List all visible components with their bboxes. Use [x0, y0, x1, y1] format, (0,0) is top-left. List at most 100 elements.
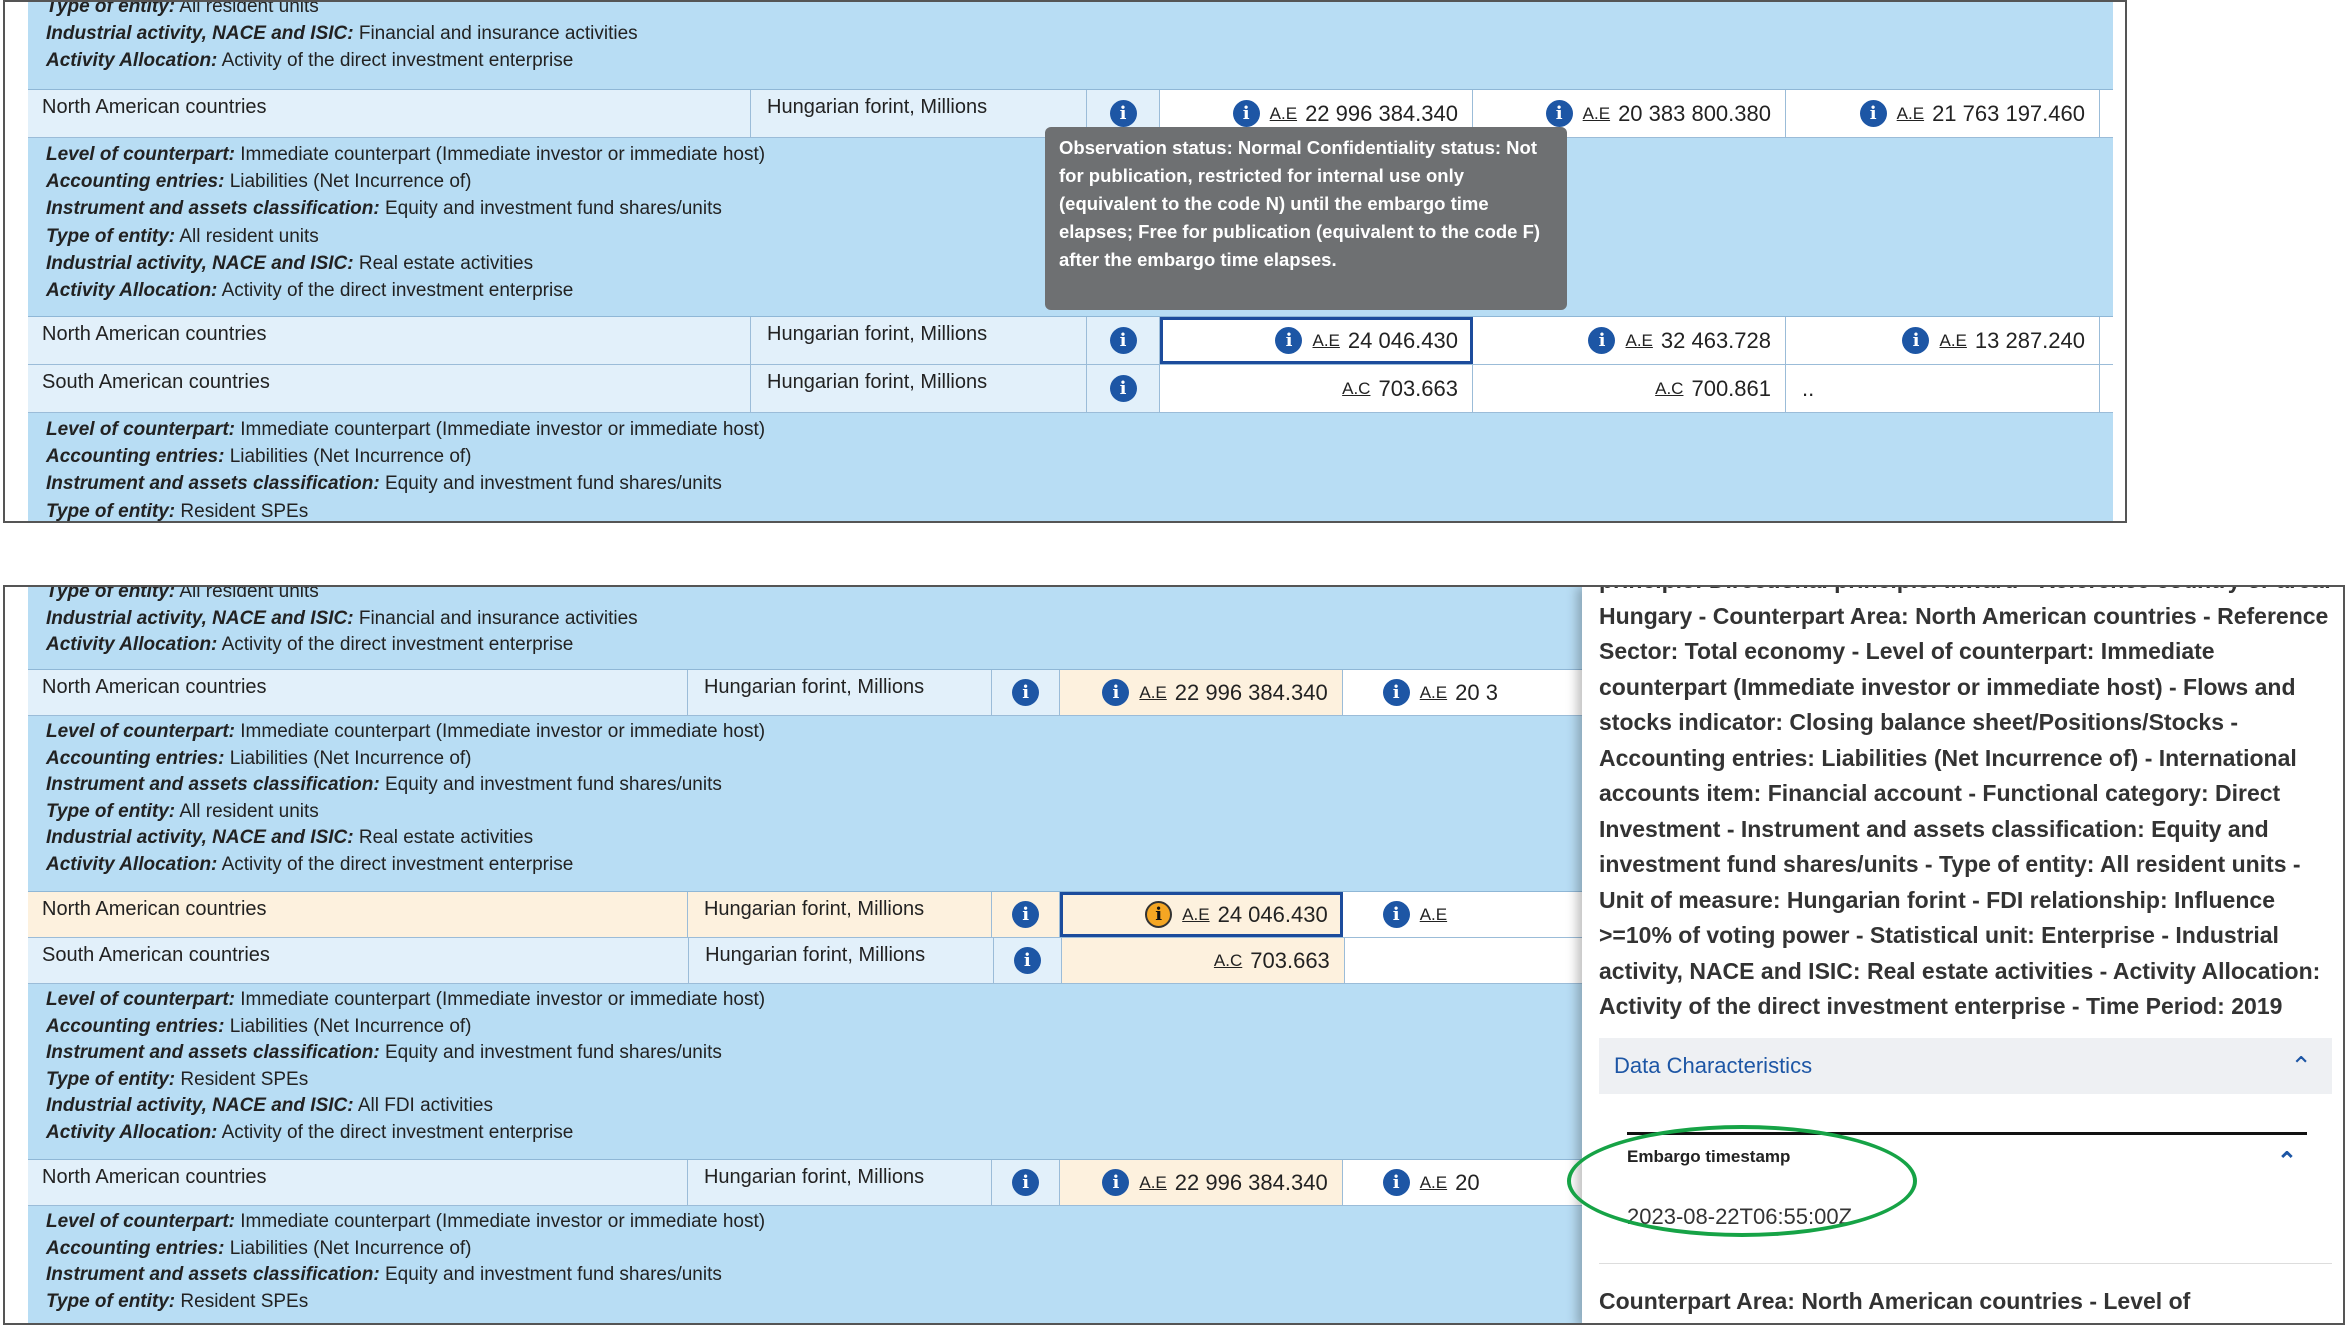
row-info-cell: i [1087, 365, 1160, 412]
dimension-line: Type of entity: Resident SPEs [46, 500, 309, 522]
info-icon[interactable]: i [1012, 901, 1040, 928]
series-key-description: principle: Directional principle: Inward… [1599, 587, 2331, 1019]
flag: A.C [1342, 378, 1371, 398]
info-icon[interactable]: i [1102, 679, 1130, 706]
info-icon[interactable]: i [1275, 327, 1303, 354]
value: 703.663 [1250, 947, 1330, 973]
dimension-line: Level of counterpart: Immediate counterp… [46, 419, 766, 440]
info-warning-icon[interactable]: i [1145, 901, 1173, 928]
value: 13 287.240 [1974, 327, 2085, 353]
flag: A.E [1419, 1172, 1448, 1192]
flag: A.E [1419, 904, 1448, 924]
value-cell[interactable]: i A.E 22 996 384.340 [1059, 1160, 1343, 1205]
observation-tooltip: Observation status: Normal Confidentiali… [1045, 127, 1567, 310]
counterpart-area: North American countries [28, 892, 688, 937]
flag: A.E [1896, 103, 1925, 123]
dimension-line: Instrument and assets classification: Eq… [46, 1042, 722, 1064]
counterpart-area: North American countries [28, 670, 688, 715]
value: 20 3 [1455, 679, 1498, 705]
info-icon[interactable]: i [1232, 100, 1260, 127]
dimension-line: Level of counterpart: Immediate counterp… [46, 1211, 766, 1232]
dimension-line: Instrument and assets classification: Eq… [46, 1264, 722, 1286]
unit-of-measure: Hungarian forint, Millions [751, 317, 1087, 364]
info-icon[interactable]: i [1382, 901, 1410, 928]
flag: A.E [1139, 1172, 1167, 1192]
value-cell[interactable]: i A.E 13 287.240 [1786, 317, 2100, 364]
value-cell-selected[interactable]: i A.E 24 046.430 [1059, 892, 1343, 937]
value: 20 [1455, 1169, 1480, 1195]
info-icon[interactable]: i [1588, 327, 1616, 354]
info-icon[interactable]: i [1109, 327, 1137, 354]
counterpart-area: South American countries [28, 938, 690, 983]
unit-of-measure: Hungarian forint, Millions [751, 90, 1087, 137]
counterpart-area: South American countries [28, 365, 751, 412]
value-cell[interactable]: A.C 700.861 [1473, 365, 1786, 412]
series-key-description-next: Counterpart Area: North American countri… [1599, 1288, 2191, 1314]
info-icon[interactable]: i [1545, 100, 1573, 127]
table-row: North American countries Hungarian forin… [28, 317, 2113, 365]
flag: A.E [1582, 103, 1611, 123]
info-icon[interactable]: i [1382, 679, 1410, 706]
dimension-line: Activity Allocation: Activity of the dir… [46, 50, 574, 72]
row-info-cell: i [992, 1160, 1060, 1205]
flag: A.E [1939, 330, 1967, 350]
dimension-line: Instrument and assets classification: Eq… [46, 774, 722, 796]
info-icon[interactable]: i [1102, 1169, 1130, 1196]
chevron-up-icon: ⌃ [2290, 1050, 2312, 1081]
value-cell[interactable]: i A.E 21 763 197.460 [1786, 90, 2100, 137]
row-info-cell: i [994, 938, 1062, 983]
flag: A.C [1213, 950, 1243, 970]
missing-value: .. [1802, 375, 1815, 401]
info-icon[interactable]: i [1859, 100, 1887, 127]
info-icon[interactable]: i [1109, 100, 1137, 127]
dimension-line: Accounting entries: Liabilities (Net Inc… [46, 747, 472, 769]
dimension-line: Type of entity: Resident SPEs [46, 1068, 309, 1090]
value-cell[interactable]: .. [1786, 365, 2100, 412]
counterpart-area: North American countries [28, 1160, 688, 1205]
value-cell[interactable]: i A.E 22 996 384.340 [1059, 670, 1343, 715]
dimension-line: Industrial activity, NACE and ISIC: Real… [46, 827, 534, 849]
group-header: Level of counterpart: Immediate counterp… [28, 716, 1628, 892]
dimension-line: Accounting entries: Liabilities (Net Inc… [46, 1237, 472, 1259]
counterpart-area: North American countries [28, 317, 751, 364]
value-cell-selected[interactable]: i A.E 24 046.430 [1160, 317, 1473, 364]
value: 22 996 384.340 [1305, 100, 1458, 126]
value: 703.663 [1378, 375, 1458, 401]
data-characteristics-label: Data Characteristics [1614, 1053, 1813, 1078]
data-characteristics-accordion[interactable]: Data Characteristics ⌃ [1599, 1038, 2332, 1094]
value-cell[interactable]: i A.E 32 463.728 [1473, 317, 1786, 364]
flag: A.E [1269, 103, 1298, 123]
dimension-line: Activity Allocation: Activity of the dir… [46, 853, 574, 875]
table-row: North American countries Hungarian forin… [28, 1160, 1628, 1206]
dimension-line: Activity Allocation: Activity of the dir… [46, 1121, 574, 1143]
data-table: Type of entity: All resident units Indus… [28, 585, 1628, 1323]
flag: A.E [1312, 330, 1340, 350]
value-cell[interactable]: A.C 703.663 [1160, 365, 1473, 412]
divider [1599, 1263, 2332, 1264]
dimension-line: Level of counterpart: Immediate counterp… [46, 721, 766, 742]
dimension-line: Industrial activity, NACE and ISIC: Fina… [46, 23, 638, 45]
info-icon[interactable]: i [1902, 327, 1930, 354]
flag: A.E [1419, 682, 1448, 702]
dimension-line: Level of counterpart: Immediate counterp… [46, 989, 766, 1010]
value-cell[interactable]: A.C 703.663 [1061, 938, 1345, 983]
info-icon[interactable]: i [1012, 679, 1040, 706]
info-icon[interactable]: i [1012, 1169, 1040, 1196]
row-info-cell: i [992, 670, 1060, 715]
flag: A.E [1625, 330, 1653, 350]
value: 20 383 800.380 [1618, 100, 1771, 126]
unit-of-measure: Hungarian forint, Millions [687, 892, 993, 937]
dimension-line: Accounting entries: Liabilities (Net Inc… [46, 446, 472, 468]
info-icon[interactable]: i [1382, 1169, 1410, 1196]
dimension-line: Accounting entries: Liabilities (Net Inc… [46, 1015, 472, 1037]
info-icon[interactable]: i [1109, 375, 1137, 402]
dimension-line: Type of entity: All resident units [46, 585, 319, 602]
unit-of-measure: Hungarian forint, Millions [689, 938, 995, 983]
info-icon[interactable]: i [1013, 947, 1041, 974]
dimension-line: Type of entity: Resident SPEs [46, 1290, 309, 1312]
unit-of-measure: Hungarian forint, Millions [687, 1160, 993, 1205]
flag: A.E [1139, 682, 1167, 702]
table-row: North American countries Hungarian forin… [28, 670, 1628, 716]
row-info-cell: i [992, 892, 1060, 937]
chevron-up-icon[interactable]: ⌃ [2277, 1147, 2297, 1176]
